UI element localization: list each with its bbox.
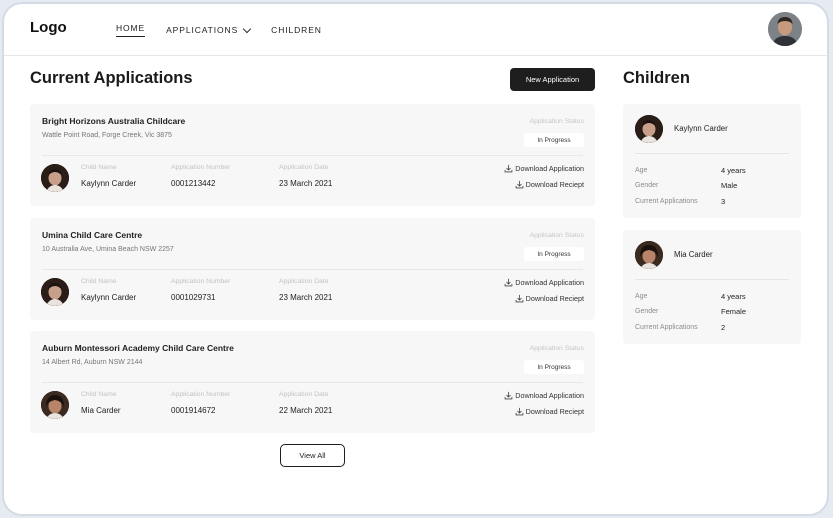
download-icon	[515, 294, 523, 303]
view-all-button[interactable]: View All	[280, 444, 345, 467]
download-receipt-label: Download Reciept	[525, 407, 584, 416]
download-icon	[515, 180, 523, 189]
application-date-label: Application Date	[279, 391, 329, 398]
download-application-label: Download Application	[515, 164, 584, 173]
current-applications-label: Current Applications	[635, 198, 698, 205]
age-label: Age	[635, 293, 648, 300]
download-application-link[interactable]: Download Application	[504, 278, 584, 287]
divider	[635, 279, 789, 280]
nav-applications[interactable]: APPLICATIONS	[166, 24, 252, 35]
application-date-value: 23 March 2021	[279, 293, 333, 302]
download-receipt-label: Download Reciept	[525, 294, 584, 303]
current-applications-label: Current Applications	[635, 324, 698, 331]
logo[interactable]: Logo	[30, 19, 67, 36]
download-receipt-label: Download Reciept	[525, 180, 584, 189]
application-card: Bright Horizons Australia Childcare Watt…	[30, 104, 595, 206]
current-applications-value: 2	[721, 323, 726, 332]
application-card: Auburn Montessori Academy Child Care Cen…	[30, 331, 595, 433]
application-number-label: Application Number	[171, 391, 231, 398]
applications-title: Current Applications	[30, 69, 193, 87]
application-date-value: 23 March 2021	[279, 179, 333, 188]
nav-applications-label: APPLICATIONS	[166, 25, 239, 35]
centre-name: Bright Horizons Australia Childcare	[42, 116, 186, 126]
download-receipt-link[interactable]: Download Reciept	[515, 180, 584, 189]
user-avatar[interactable]	[768, 12, 802, 46]
gender-value: Female	[721, 307, 747, 316]
app-window: Logo HOME APPLICATIONS CHILDREN Current …	[2, 2, 829, 516]
chevron-down-icon	[242, 24, 252, 33]
application-number-value: 0001914672	[171, 406, 216, 415]
child-name-label: Child Name	[81, 164, 117, 171]
application-number-label: Application Number	[171, 164, 231, 171]
download-icon	[504, 391, 513, 400]
age-value: 4 years	[721, 166, 746, 175]
status-badge: In Progress	[524, 247, 584, 261]
download-icon	[504, 278, 513, 287]
age-label: Age	[635, 167, 648, 174]
centre-name: Auburn Montessori Academy Child Care Cen…	[42, 343, 234, 353]
download-application-label: Download Application	[515, 391, 584, 400]
application-number-value: 0001213442	[171, 179, 216, 188]
centre-address: Wattle Point Road, Forge Creek, Vic 3875	[42, 132, 172, 139]
application-card: Umina Child Care Centre 10 Australia Ave…	[30, 218, 595, 320]
children-title: Children	[623, 69, 690, 87]
child-card[interactable]: Mia Carder Age 4 years Gender Female Cur…	[623, 230, 801, 344]
divider	[42, 269, 583, 270]
child-card[interactable]: Kaylynn Carder Age 4 years Gender Male C…	[623, 104, 801, 218]
child-name: Kaylynn Carder	[674, 124, 728, 133]
divider	[635, 153, 789, 154]
child-avatar	[635, 241, 663, 269]
child-avatar	[41, 278, 69, 306]
download-receipt-link[interactable]: Download Reciept	[515, 407, 584, 416]
child-name-value: Mia Carder	[81, 406, 121, 415]
child-avatar	[41, 391, 69, 419]
status-badge: In Progress	[524, 133, 584, 147]
nav-home-label: HOME	[116, 23, 146, 33]
gender-value: Male	[721, 181, 738, 190]
child-name-value: Kaylynn Carder	[81, 179, 137, 188]
divider	[42, 382, 583, 383]
nav-children[interactable]: CHILDREN	[271, 25, 322, 35]
centre-name: Umina Child Care Centre	[42, 230, 143, 240]
child-avatar	[41, 164, 69, 192]
application-number-label: Application Number	[171, 278, 231, 285]
application-date-label: Application Date	[279, 164, 329, 171]
centre-address: 10 Australia Ave, Umina Beach NSW 2257	[42, 246, 174, 253]
gender-label: Gender	[635, 182, 659, 189]
download-application-link[interactable]: Download Application	[504, 164, 584, 173]
nav-children-label: CHILDREN	[271, 25, 322, 35]
main-nav: HOME APPLICATIONS CHILDREN	[116, 23, 343, 37]
top-navbar: Logo HOME APPLICATIONS CHILDREN	[4, 4, 827, 56]
child-name: Mia Carder	[674, 250, 713, 259]
age-value: 4 years	[721, 292, 746, 301]
child-name-value: Kaylynn Carder	[81, 293, 137, 302]
centre-address: 14 Albert Rd, Auburn NSW 2144	[42, 359, 143, 366]
download-icon	[515, 407, 523, 416]
gender-label: Gender	[635, 308, 659, 315]
nav-home[interactable]: HOME	[116, 23, 146, 37]
child-name-label: Child Name	[81, 391, 117, 398]
child-avatar	[635, 115, 663, 143]
current-applications-value: 3	[721, 197, 726, 206]
application-date-label: Application Date	[279, 278, 329, 285]
new-application-button[interactable]: New Application	[510, 68, 595, 91]
application-number-value: 0001029731	[171, 293, 216, 302]
application-date-value: 22 March 2021	[279, 406, 333, 415]
download-receipt-link[interactable]: Download Reciept	[515, 294, 584, 303]
status-label: Application Status	[529, 345, 584, 352]
download-application-link[interactable]: Download Application	[504, 391, 584, 400]
status-label: Application Status	[529, 232, 584, 239]
child-name-label: Child Name	[81, 278, 117, 285]
divider	[42, 155, 583, 156]
status-label: Application Status	[529, 118, 584, 125]
status-badge: In Progress	[524, 360, 584, 374]
download-application-label: Download Application	[515, 278, 584, 287]
download-icon	[504, 164, 513, 173]
